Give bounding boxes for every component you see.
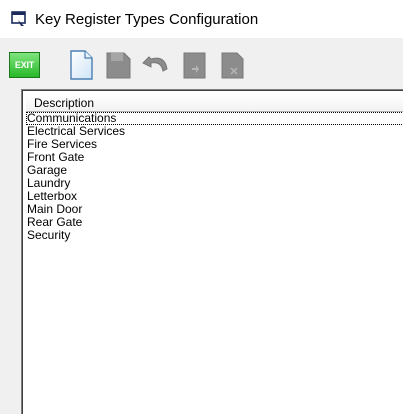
list-item[interactable]: Garage	[26, 164, 403, 177]
insert-icon[interactable]	[180, 49, 210, 81]
toolbar: EXIT	[0, 38, 403, 86]
list-item[interactable]: Main Door	[26, 203, 403, 216]
window-title: Key Register Types Configuration	[35, 10, 259, 28]
list-rows: Communications Electrical Services Fire …	[26, 112, 403, 242]
list-item[interactable]: Front Gate	[26, 151, 403, 164]
exit-button[interactable]: EXIT	[9, 52, 40, 78]
types-list[interactable]: Description Communications Electrical Se…	[21, 89, 403, 414]
window-app-icon[interactable]	[10, 10, 28, 28]
list-item[interactable]: Laundry	[26, 177, 403, 190]
column-header-label: Description	[34, 96, 95, 110]
list-item[interactable]: Rear Gate	[26, 216, 403, 229]
column-header-description[interactable]: Description	[26, 95, 403, 112]
exit-label: EXIT	[14, 60, 35, 70]
delete-icon[interactable]	[217, 49, 247, 81]
new-icon[interactable]	[66, 49, 96, 81]
list-item[interactable]: Letterbox	[26, 190, 403, 203]
title-bar: Key Register Types Configuration	[0, 0, 403, 38]
list-item[interactable]: Security	[26, 229, 403, 242]
save-icon[interactable]	[103, 49, 133, 81]
undo-icon[interactable]	[141, 49, 171, 81]
